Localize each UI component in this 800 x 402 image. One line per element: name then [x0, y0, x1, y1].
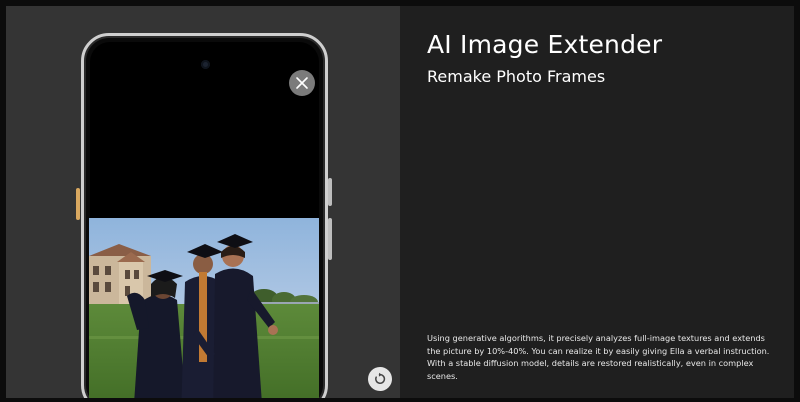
building: [89, 244, 151, 304]
graduation-photo: [89, 218, 319, 398]
phone-showcase-panel: [6, 6, 400, 398]
phone-volume-button: [328, 178, 332, 206]
feature-title: AI Image Extender: [427, 30, 663, 59]
feature-subtitle: Remake Photo Frames: [427, 67, 606, 86]
feature-card: AI Image Extender Remake Photo Frames Us…: [6, 6, 794, 398]
close-button[interactable]: [289, 70, 315, 96]
feature-info-panel: AI Image Extender Remake Photo Frames Us…: [400, 6, 794, 398]
phone-action-button: [76, 188, 80, 220]
redo-button[interactable]: [368, 367, 392, 391]
phone-power-button: [328, 218, 332, 260]
redo-icon: [375, 372, 386, 384]
extended-photo: [89, 218, 319, 398]
feature-description: Using generative algorithms, it precisel…: [427, 333, 770, 381]
close-icon: [296, 77, 308, 89]
front-camera: [200, 60, 210, 69]
